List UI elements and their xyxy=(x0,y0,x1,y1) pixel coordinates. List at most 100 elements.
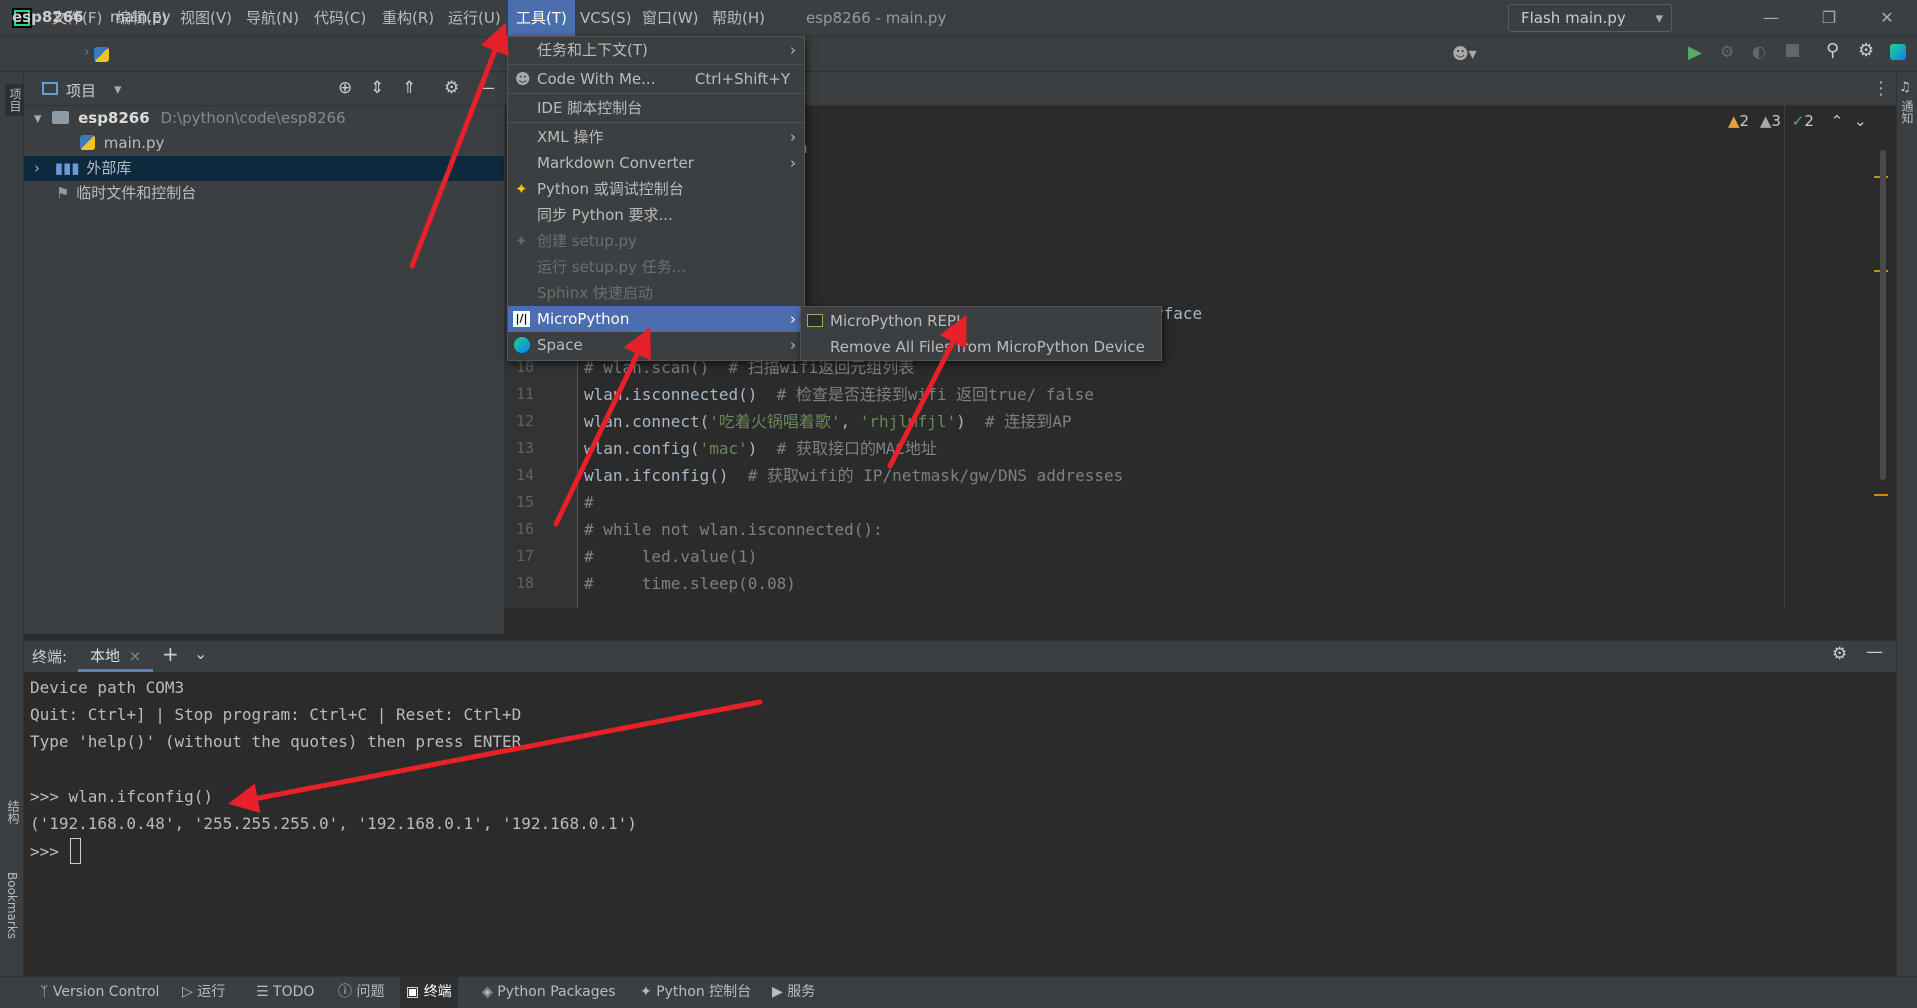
chevron-right-icon: › xyxy=(790,154,796,172)
menu-refactor[interactable]: 重构(R) xyxy=(374,0,442,36)
code-text: wlan.ifconfig() xyxy=(584,466,729,485)
hide-panel-icon[interactable]: — xyxy=(478,78,495,98)
restore-icon[interactable]: ❐ xyxy=(1806,0,1852,36)
tree-item-project-root[interactable]: ▾ esp8266 D:\python\code\esp8266 xyxy=(24,106,504,131)
breadcrumb-project[interactable]: esp8266 xyxy=(12,8,84,26)
chevron-down-icon[interactable]: ⌄ xyxy=(1854,112,1867,130)
hide-panel-icon[interactable]: — xyxy=(1866,642,1883,662)
locate-icon[interactable]: ⊕ xyxy=(338,78,352,98)
menu-navigate[interactable]: 导航(N) xyxy=(238,0,307,36)
menu-item-space[interactable]: Space › xyxy=(508,332,804,358)
tree-item-scratches[interactable]: ⚑ 临时文件和控制台 xyxy=(24,181,504,206)
minimize-icon[interactable]: — xyxy=(1748,0,1794,36)
bookmarks-tool-button[interactable]: Bookmarks xyxy=(5,872,19,939)
menu-item-markdown-converter[interactable]: Markdown Converter › xyxy=(508,150,804,176)
code-line: wlan.isconnected() # 检查是否连接到wifi 返回true/… xyxy=(584,381,1094,408)
tool-run[interactable]: ▷ 运行 xyxy=(176,976,231,1008)
branch-icon: ᛉ xyxy=(40,984,53,1000)
chevron-right-icon: › xyxy=(790,336,796,354)
terminal-cursor[interactable] xyxy=(70,838,81,864)
search-icon[interactable]: ⚲ xyxy=(1826,40,1839,61)
menu-item-xml-actions[interactable]: XML 操作 › xyxy=(508,124,804,150)
menu-code[interactable]: 代码(C) xyxy=(306,0,374,36)
close-icon[interactable]: × xyxy=(129,647,142,665)
menu-item-micropython[interactable]: |/| MicroPython › xyxy=(508,306,804,332)
code-text: wlan.connect( xyxy=(584,412,710,431)
gear-icon[interactable]: ⚙ xyxy=(1858,40,1874,61)
tool-label: TODO xyxy=(273,984,315,1000)
menu-item-remove-all-files[interactable]: Remove All Files from MicroPython Device xyxy=(801,334,1161,360)
line-number: 17 xyxy=(515,547,534,565)
tool-services[interactable]: ▶ 服务 xyxy=(766,976,821,1008)
menu-separator xyxy=(508,64,804,65)
menu-item-label: 运行 setup.py 任务... xyxy=(537,258,686,276)
code-line: # time.sleep(0.08) xyxy=(584,574,796,593)
chevron-down-icon: ▾ xyxy=(34,109,42,127)
inspection-widget[interactable]: ▲2 ▲3 ✓2 ⌃ ⌄ xyxy=(1728,112,1867,130)
close-icon[interactable]: ✕ xyxy=(1864,0,1910,36)
gear-icon[interactable]: ⚙ xyxy=(1832,644,1847,664)
notifications-tool-button[interactable]: 通知 xyxy=(1899,100,1916,124)
menu-item-python-console[interactable]: ✦ Python 或调试控制台 xyxy=(508,176,804,202)
tool-python-console[interactable]: ✦ Python 控制台 xyxy=(634,976,757,1008)
gear-icon[interactable]: ⚙ xyxy=(444,78,459,98)
menu-vcs[interactable]: VCS(S) xyxy=(572,0,639,36)
run-configuration-select[interactable]: Flash main.py ▾ xyxy=(1508,4,1672,32)
editor-scrollbar[interactable] xyxy=(1880,150,1886,480)
terminal-line: ('192.168.0.48', '255.255.255.0', '192.1… xyxy=(30,814,637,833)
python-file-icon xyxy=(80,135,95,150)
services-icon: ▶ xyxy=(772,984,788,1000)
tool-terminal[interactable]: ▣ 终端 xyxy=(400,976,458,1008)
scroll-marker xyxy=(1874,494,1888,496)
code-line: # led.value(1) xyxy=(584,547,758,566)
menu-tools[interactable]: 工具(T) xyxy=(508,0,575,36)
menu-item-ide-script-console[interactable]: IDE 脚本控制台 xyxy=(508,95,804,121)
code-comment: # 获取接口的MAC地址 xyxy=(757,439,937,458)
project-tool-button[interactable]: 项目 xyxy=(5,84,26,116)
menu-item-sphinx-quickstart: Sphinx 快速启动 xyxy=(508,280,804,306)
more-icon[interactable]: ⋮ xyxy=(1872,78,1890,99)
menu-window[interactable]: 窗口(W) xyxy=(634,0,707,36)
project-panel-title[interactable]: 项目 xyxy=(66,80,96,101)
scratches-icon: ⚑ xyxy=(56,184,70,202)
breadcrumb-file[interactable]: main.py xyxy=(110,8,171,26)
chevron-down-icon[interactable]: ⌄ xyxy=(194,644,207,663)
add-tab-icon[interactable]: + xyxy=(162,642,179,666)
menu-item-label: XML 操作 xyxy=(537,128,604,146)
tool-label: 终端 xyxy=(423,984,452,1000)
code-text: ) xyxy=(956,412,966,431)
list-icon: ☰ xyxy=(256,984,274,1000)
user-icon[interactable]: ☻▾ xyxy=(1452,44,1477,63)
menu-item-sync-requirements[interactable]: 同步 Python 要求... xyxy=(508,202,804,228)
menu-item-run-setup-task: 运行 setup.py 任务... xyxy=(508,254,804,280)
debug-icon[interactable]: ⚙ xyxy=(1720,42,1734,61)
tools-menu: 任务和上下文(T) › ☻ Code With Me... Ctrl+Shift+Y … xyxy=(507,36,805,361)
tree-item-external-libraries[interactable]: › ▮▮▮ 外部库 xyxy=(24,156,504,181)
menu-item-tasks[interactable]: 任务和上下文(T) › xyxy=(508,37,804,63)
terminal-tab-local[interactable]: 本地 × xyxy=(78,640,154,672)
menu-item-micropython-repl[interactable]: MicroPython REPL xyxy=(801,308,1161,334)
tool-todo[interactable]: ☰ TODO xyxy=(250,976,320,1008)
coverage-icon[interactable]: ◐ xyxy=(1752,42,1766,61)
tool-version-control[interactable]: ᛉ Version Control xyxy=(34,976,165,1008)
notification-bell-icon[interactable]: ♫ xyxy=(1899,80,1911,95)
jetbrains-toolbox-icon[interactable] xyxy=(1890,44,1906,60)
expand-all-icon[interactable]: ⇕ xyxy=(370,78,384,98)
tool-problems[interactable]: ⓘ 问题 xyxy=(332,976,390,1008)
chevron-right-icon: › xyxy=(790,128,796,146)
menu-view[interactable]: 视图(V) xyxy=(172,0,240,36)
chevron-up-icon[interactable]: ⌃ xyxy=(1831,112,1844,130)
tree-item-main-py[interactable]: main.py xyxy=(24,131,504,156)
menu-item-code-with-me[interactable]: ☻ Code With Me... Ctrl+Shift+Y xyxy=(508,66,804,92)
menu-run[interactable]: 运行(U) xyxy=(440,0,509,36)
terminal-title: 终端: xyxy=(32,648,68,666)
menu-help[interactable]: 帮助(H) xyxy=(704,0,773,36)
python-icon: ✦ xyxy=(515,180,528,198)
collapse-all-icon[interactable]: ⇑ xyxy=(402,78,416,98)
tool-python-packages[interactable]: ◈ Python Packages xyxy=(476,976,622,1008)
stop-icon[interactable] xyxy=(1786,44,1799,57)
line-number: 12 xyxy=(515,412,534,430)
run-icon[interactable]: ▶ xyxy=(1688,42,1702,63)
chevron-down-icon[interactable]: ▾ xyxy=(114,80,122,98)
structure-tool-button[interactable]: 结构 xyxy=(5,800,22,824)
